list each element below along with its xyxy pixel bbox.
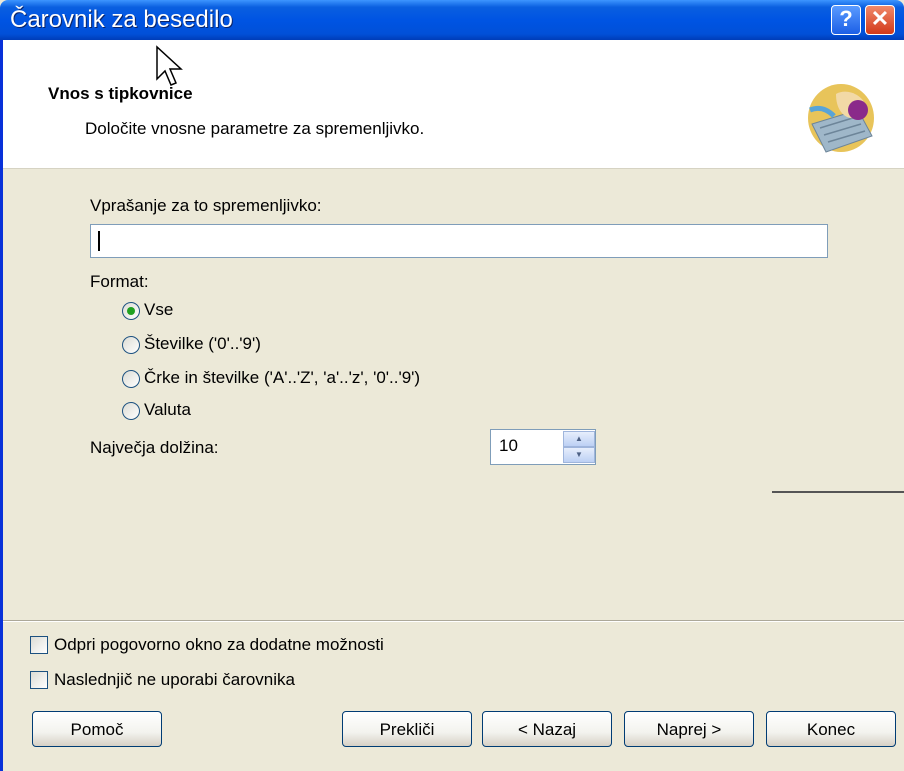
max-length-spinner[interactable]: 10 ▲ ▼ <box>490 429 596 465</box>
radio-vse[interactable] <box>122 302 140 320</box>
help-button[interactable]: ? <box>831 5 861 35</box>
mouse-cursor-icon <box>156 45 183 86</box>
close-button[interactable]: ✕ <box>865 5 895 35</box>
finish-button[interactable]: Konec <box>766 711 896 747</box>
question-label: Vprašanje za to spremenljivko: <box>90 196 322 215</box>
radio-crke-in-stevilke[interactable] <box>122 370 140 388</box>
separator <box>3 620 904 622</box>
radio-valuta[interactable] <box>122 402 140 420</box>
question-input[interactable] <box>90 224 828 258</box>
next-button[interactable]: Naprej > <box>624 711 754 747</box>
dont-use-wizard-checkbox[interactable] <box>30 671 48 689</box>
divider-line <box>772 491 904 493</box>
title-bar[interactable]: Čarovnik za besedilo ? ✕ <box>0 0 904 40</box>
back-button[interactable]: < Nazaj <box>482 711 612 747</box>
format-label: Format: <box>90 272 149 291</box>
window-title: Čarovnik za besedilo <box>10 6 233 33</box>
keyboard-hand-icon <box>808 84 874 153</box>
radio-stevilke[interactable] <box>122 336 140 354</box>
wizard-header <box>3 40 904 169</box>
radio-valuta-label[interactable]: Valuta <box>144 400 191 420</box>
spin-down-button[interactable]: ▼ <box>563 447 595 463</box>
cancel-button[interactable]: Prekliči <box>342 711 472 747</box>
text-caret <box>98 231 100 251</box>
dont-use-wizard-label[interactable]: Naslednjič ne uporabi čarovnika <box>54 670 295 690</box>
spin-up-button[interactable]: ▲ <box>563 431 595 447</box>
open-dialog-checkbox[interactable] <box>30 636 48 654</box>
radio-stevilke-label[interactable]: Številke ('0'..'9') <box>144 334 261 354</box>
help-dialog-button[interactable]: Pomoč <box>32 711 162 747</box>
open-dialog-label[interactable]: Odpri pogovorno okno za dodatne možnosti <box>54 635 384 655</box>
page-subtitle: Določite vnosne parametre za spremenljiv… <box>85 119 425 138</box>
radio-crke-in-stevilke-label[interactable]: Črke in številke ('A'..'Z', 'a'..'z', '0… <box>144 368 420 388</box>
max-length-label: Največja dolžina: <box>90 438 219 457</box>
max-length-value[interactable]: 10 <box>499 436 518 456</box>
radio-vse-label[interactable]: Vse <box>144 300 173 320</box>
